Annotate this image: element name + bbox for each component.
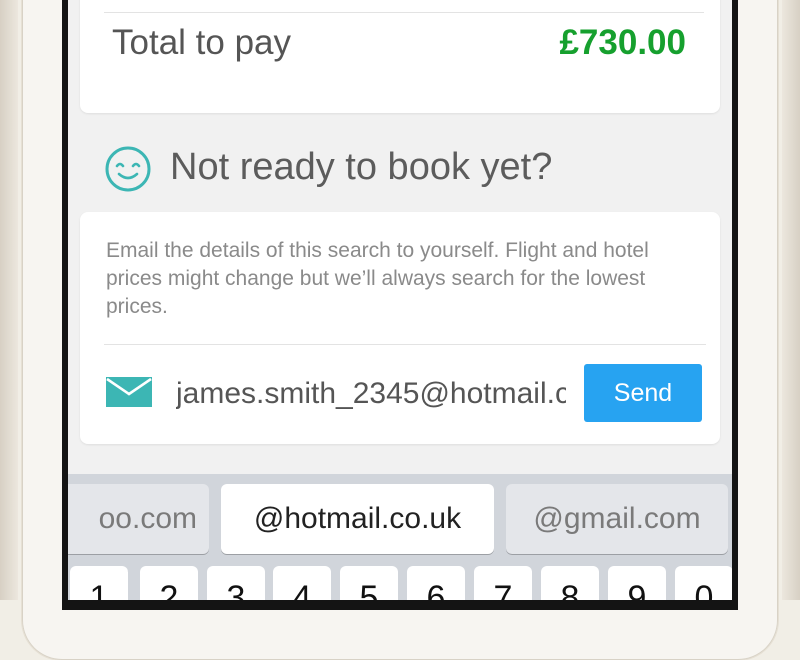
total-label: Total to pay [112, 23, 291, 62]
key-6[interactable]: 6 [407, 566, 465, 600]
email-description: Email the details of this search to your… [106, 239, 649, 318]
key-7[interactable]: 7 [474, 566, 532, 600]
suggestion-gmail[interactable]: @gmail.com [506, 484, 728, 554]
key-1[interactable]: 1 [70, 566, 128, 600]
email-input[interactable] [176, 372, 566, 416]
envelope-icon [106, 377, 152, 407]
phone-frame-right-edge [782, 0, 800, 600]
not-ready-heading: Not ready to book yet? [170, 146, 553, 188]
smile-icon [105, 146, 151, 192]
suggestion-hotmail[interactable]: @hotmail.co.uk [221, 484, 494, 554]
send-button[interactable]: Send [584, 364, 702, 422]
divider [104, 12, 704, 13]
total-card: Total to pay £730.00 [80, 0, 720, 113]
keyboard: oo.com @hotmail.co.uk @gmail.com 1 2 3 4… [68, 474, 732, 600]
key-2[interactable]: 2 [140, 566, 198, 600]
total-amount: £730.00 [559, 23, 686, 62]
suggestion-domain-1[interactable]: oo.com [68, 484, 209, 554]
key-8[interactable]: 8 [541, 566, 599, 600]
divider [104, 344, 706, 345]
email-search-card: Email the details of this search to your… [80, 212, 720, 444]
phone-screen: Total to pay £730.00 Not ready to book y… [68, 0, 732, 600]
key-5[interactable]: 5 [340, 566, 398, 600]
phone-frame-left-edge [0, 0, 18, 600]
key-3[interactable]: 3 [207, 566, 265, 600]
key-9[interactable]: 9 [608, 566, 666, 600]
key-0[interactable]: 0 [675, 566, 732, 600]
key-4[interactable]: 4 [273, 566, 331, 600]
